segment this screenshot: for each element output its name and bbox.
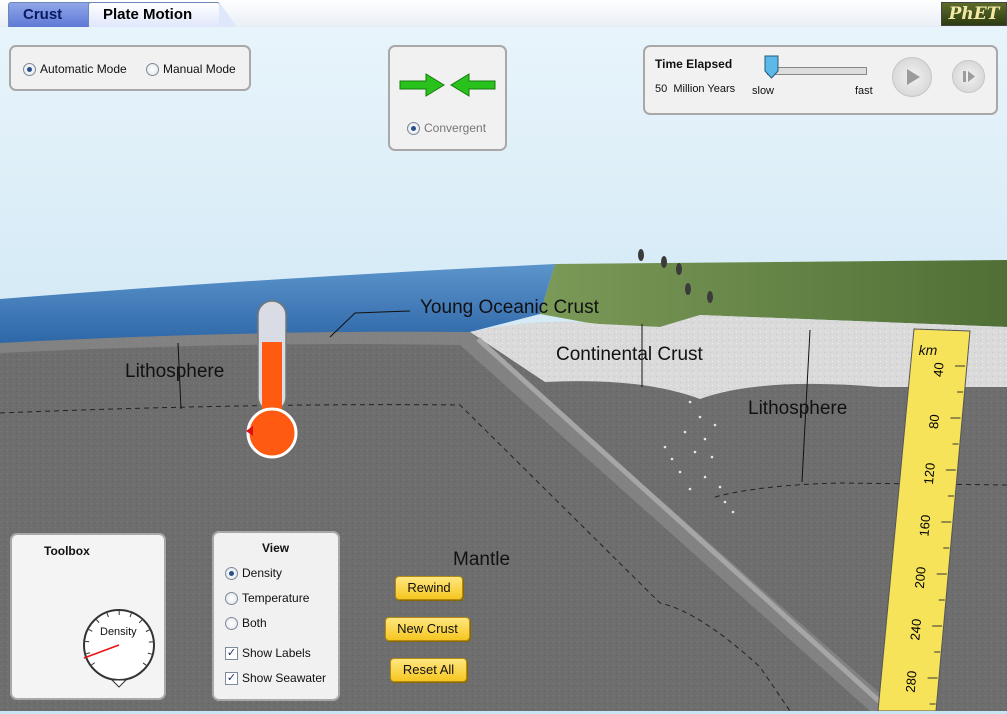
view-both-radio[interactable]: [225, 617, 238, 630]
ruler-unit: km: [919, 342, 938, 358]
toolbox-title: Toolbox: [44, 544, 90, 558]
ruler-graphic: km 40 80 120 160 200 240 280: [870, 325, 980, 711]
phet-logo[interactable]: PhET: [941, 2, 1007, 26]
label-mantle: Mantle: [453, 549, 510, 571]
ruler-tick-label: 200: [912, 566, 929, 589]
motion-type-panel: Convergent: [388, 45, 507, 151]
view-temperature-label: Temperature: [242, 591, 309, 605]
fast-label: fast: [855, 85, 873, 97]
step-button[interactable]: [952, 60, 985, 93]
tab-bar: Crust Plate Motion PhET: [0, 0, 1007, 28]
time-unit: Million Years: [673, 83, 735, 95]
view-density-radio[interactable]: [225, 567, 238, 580]
tab-crust[interactable]: Crust: [8, 2, 96, 27]
toolbox-panel: Toolbox Density: [10, 533, 166, 700]
view-both-label: Both: [242, 616, 267, 630]
ruler-tick-label: 280: [903, 670, 920, 693]
view-panel: View Density Temperature Both ✓ Show Labe…: [212, 531, 340, 701]
label-lithosphere-left: Lithosphere: [125, 361, 224, 383]
view-density-label: Density: [242, 566, 282, 580]
show-seawater-option[interactable]: ✓ Show Seawater: [225, 671, 326, 685]
convergent-label: Convergent: [424, 121, 486, 135]
speed-slider-thumb[interactable]: [764, 55, 779, 79]
new-crust-button[interactable]: New Crust: [385, 617, 470, 641]
view-density-option[interactable]: Density: [225, 566, 282, 580]
play-icon: [893, 58, 931, 96]
ruler-tick-label: 160: [916, 514, 933, 537]
automatic-mode-option[interactable]: Automatic Mode: [23, 62, 127, 76]
gauge-graphic: [82, 605, 158, 691]
view-title: View: [262, 541, 289, 555]
ruler-tick-label: 120: [921, 462, 938, 485]
manual-mode-label: Manual Mode: [163, 62, 236, 76]
view-temperature-radio[interactable]: [225, 592, 238, 605]
slow-label: slow: [752, 85, 774, 97]
show-labels-label: Show Labels: [242, 646, 311, 660]
label-continental-crust: Continental Crust: [556, 344, 703, 366]
show-seawater-checkbox[interactable]: ✓: [225, 672, 238, 685]
view-temperature-option[interactable]: Temperature: [225, 591, 309, 605]
time-elapsed-readout: 50 Million Years: [655, 83, 735, 95]
tab-plate-motion[interactable]: Plate Motion: [88, 2, 220, 27]
convergent-arrows: [390, 65, 505, 105]
time-value: 50: [655, 83, 667, 95]
play-button[interactable]: [892, 57, 932, 97]
manual-mode-radio[interactable]: [146, 63, 159, 76]
rewind-button[interactable]: Rewind: [395, 576, 463, 600]
depth-ruler[interactable]: km 40 80 120 160 200 240 280: [870, 325, 980, 711]
density-gauge[interactable]: Density: [82, 605, 158, 691]
thermometer[interactable]: [244, 299, 310, 459]
automatic-mode-label: Automatic Mode: [40, 62, 127, 76]
automatic-mode-radio[interactable]: [23, 63, 36, 76]
show-seawater-label: Show Seawater: [242, 671, 326, 685]
speed-slider-track[interactable]: [767, 67, 867, 75]
label-lithosphere-right: Lithosphere: [748, 398, 847, 420]
thermometer-graphic: [244, 299, 310, 459]
ruler-tick-label: 40: [930, 362, 946, 378]
gauge-label: Density: [100, 626, 137, 638]
convergent-option[interactable]: Convergent: [407, 121, 486, 135]
mode-panel: Automatic Mode Manual Mode: [9, 45, 251, 91]
show-labels-checkbox[interactable]: ✓: [225, 647, 238, 660]
convergent-radio[interactable]: [407, 122, 420, 135]
ruler-tick-label: 80: [926, 414, 942, 430]
reset-all-button[interactable]: Reset All: [390, 658, 467, 682]
label-young-oceanic-crust: Young Oceanic Crust: [420, 297, 599, 319]
view-both-option[interactable]: Both: [225, 616, 267, 630]
arrow-right-icon: [400, 74, 444, 96]
step-icon: [953, 61, 984, 92]
ruler-tick-label: 240: [907, 618, 924, 641]
show-labels-option[interactable]: ✓ Show Labels: [225, 646, 311, 660]
manual-mode-option[interactable]: Manual Mode: [146, 62, 236, 76]
land-surface: [540, 260, 1007, 327]
simulation-scene: Young Oceanic Crust Continental Crust Li…: [0, 27, 1007, 711]
time-elapsed-title: Time Elapsed: [655, 57, 732, 71]
time-panel: Time Elapsed 50 Million Years slow fast: [643, 45, 998, 115]
arrow-left-icon: [451, 74, 495, 96]
